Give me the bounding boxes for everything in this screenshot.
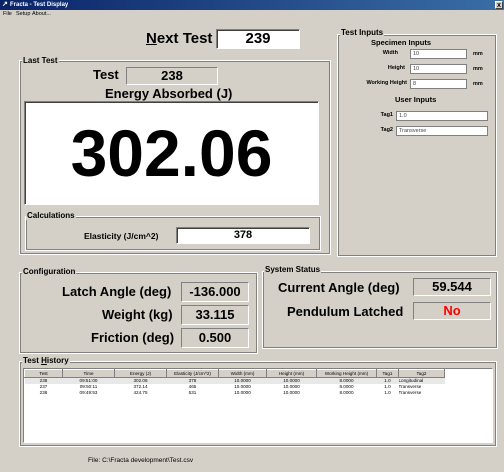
friction-field: 0.500 bbox=[181, 328, 249, 348]
cell-elasticity: 531 bbox=[188, 390, 197, 395]
col-header-tag1[interactable]: Tag1 bbox=[376, 369, 399, 378]
height-input[interactable]: 10 bbox=[410, 64, 467, 74]
menu-file[interactable]: File bbox=[3, 10, 12, 19]
specimen-inputs-heading: Specimen Inputs bbox=[371, 38, 432, 47]
current-angle-label: Current Angle (deg) bbox=[278, 280, 400, 295]
col-header-tag2[interactable]: Tag2 bbox=[398, 369, 445, 378]
cell-tag1: 1.0 bbox=[384, 390, 391, 395]
tag2-input[interactable]: Transverse bbox=[396, 126, 488, 136]
system-status-label: System Status bbox=[264, 265, 322, 274]
latch-angle-field: -136.000 bbox=[181, 282, 249, 302]
close-button[interactable]: x bbox=[495, 1, 503, 9]
tag1-label: Tag1 bbox=[380, 112, 393, 118]
cell-width: 10.0000 bbox=[234, 390, 251, 395]
energy-value: 302.06 bbox=[70, 116, 273, 190]
working-height-input[interactable]: 8 bbox=[410, 79, 467, 89]
height-unit: mm bbox=[473, 66, 483, 72]
weight-field: 33.115 bbox=[181, 305, 249, 325]
cell-time: 09:49:53 bbox=[79, 390, 98, 395]
weight-label: Weight (kg) bbox=[102, 307, 173, 322]
col-header-test[interactable]: Test bbox=[24, 369, 63, 378]
width-input[interactable]: 10 bbox=[410, 49, 467, 59]
pendulum-latched-status: No bbox=[413, 302, 491, 320]
elasticity-value: 378 bbox=[233, 229, 253, 241]
file-path-status: File: C:\Fracta development\Test.csv bbox=[88, 457, 194, 464]
menu-setup[interactable]: Setup bbox=[16, 10, 30, 19]
col-header-time[interactable]: Time bbox=[62, 369, 115, 378]
calculations-label: Calculations bbox=[26, 211, 76, 220]
window-title: Fracta - Test Display bbox=[10, 2, 69, 8]
history-header-row: Test Time Energy (J) Elasticity (J/cm^2)… bbox=[24, 369, 445, 378]
width-unit: mm bbox=[473, 51, 483, 57]
tag1-input[interactable]: 1.0 bbox=[396, 111, 488, 121]
cell-working-height: 8.0000 bbox=[339, 390, 354, 395]
elasticity-label: Elasticity (J/cm^2) bbox=[84, 231, 159, 241]
test-number-field: 238 bbox=[126, 67, 218, 85]
next-test-field[interactable]: 239 bbox=[216, 29, 300, 49]
next-test-value: 239 bbox=[245, 30, 271, 47]
cell-test: 236 bbox=[39, 390, 48, 395]
working-height-unit: mm bbox=[473, 81, 483, 87]
col-header-height[interactable]: Height (mm) bbox=[266, 369, 317, 378]
friction-label: Friction (deg) bbox=[91, 330, 175, 345]
col-header-width[interactable]: Width (mm) bbox=[218, 369, 267, 378]
cell-energy: 424.75 bbox=[133, 390, 148, 395]
test-inputs-label: Test Inputs bbox=[340, 28, 385, 37]
energy-display: 302.06 bbox=[24, 101, 319, 205]
last-test-label: Last Test bbox=[22, 56, 59, 65]
cell-tag2: Transverse bbox=[398, 390, 422, 395]
next-test-label: Next Test bbox=[146, 30, 213, 47]
menu-about[interactable]: About... bbox=[32, 10, 51, 19]
user-inputs-heading: User Inputs bbox=[395, 95, 437, 104]
history-table: Test Time Energy (J) Elasticity (J/cm^2)… bbox=[24, 369, 445, 396]
tag2-label: Tag2 bbox=[380, 127, 393, 133]
col-header-energy[interactable]: Energy (J) bbox=[114, 369, 167, 378]
working-height-label: Working Height bbox=[366, 80, 407, 86]
table-row[interactable]: 236 09:49:53 424.75 531 10.0000 10.0000 … bbox=[25, 390, 445, 396]
col-header-working-height[interactable]: Working Height (mm) bbox=[316, 369, 377, 378]
test-history-label: Test History bbox=[22, 356, 70, 365]
elasticity-field: 378 bbox=[176, 227, 310, 244]
cell-height: 10.0000 bbox=[283, 390, 300, 395]
app-icon: ↗ bbox=[2, 1, 8, 8]
col-header-elasticity[interactable]: Elasticity (J/cm^2) bbox=[166, 369, 219, 378]
current-angle-field: 59.544 bbox=[413, 278, 491, 296]
history-table-container[interactable]: Test Time Energy (J) Elasticity (J/cm^2)… bbox=[23, 368, 493, 443]
pendulum-latched-label: Pendulum Latched bbox=[287, 304, 404, 319]
title-bar: ↗ Fracta - Test Display x bbox=[0, 0, 504, 10]
width-label: Width bbox=[382, 50, 398, 56]
energy-label: Energy Absorbed (J) bbox=[105, 86, 233, 101]
height-label: Height bbox=[387, 65, 405, 71]
configuration-label: Configuration bbox=[22, 267, 77, 276]
latch-angle-label: Latch Angle (deg) bbox=[62, 284, 172, 299]
test-label: Test bbox=[93, 67, 119, 82]
menu-bar: File Setup About... bbox=[0, 10, 504, 19]
